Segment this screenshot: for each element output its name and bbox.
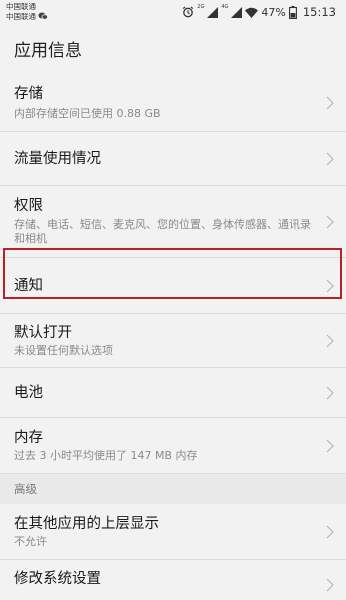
data-usage-item[interactable]: 流量使用情况 xyxy=(0,132,346,186)
memory-subtitle: 过去 3 小时平均使用了 147 MB 内存 xyxy=(14,448,198,462)
permissions-subtitle: 存储、电话、短信、麦克风、您的位置、身体传感器、通讯录和相机 xyxy=(14,218,311,245)
chevron-right-icon xyxy=(326,152,334,165)
data-usage-title: 流量使用情况 xyxy=(14,150,101,167)
default-open-item[interactable]: 默认打开 未设置任何默认选项 xyxy=(0,314,346,368)
chevron-right-icon xyxy=(326,525,334,538)
chevron-right-icon xyxy=(326,386,334,399)
chevron-right-icon xyxy=(326,334,334,347)
settings-list: 存储 内部存储空间已使用 0.88 GB 流量使用情况 权限 存储、电话、短信、… xyxy=(0,74,346,600)
wifi-icon xyxy=(245,7,259,18)
status-bar: 中国联通 中国联通 2G 4G 47% 15:13 xyxy=(0,0,346,26)
modify-system-settings-title: 修改系统设置 xyxy=(14,571,101,587)
battery-item[interactable]: 电池 xyxy=(0,368,346,418)
draw-over-apps-title: 在其他应用的上层显示 xyxy=(14,515,159,532)
carrier-1: 中国联通 xyxy=(6,2,36,11)
modify-system-settings-item[interactable]: 修改系统设置 xyxy=(0,560,346,600)
page-title: 应用信息 xyxy=(14,41,82,61)
storage-subtitle: 内部存储空间已使用 0.88 GB xyxy=(14,106,161,120)
chevron-right-icon xyxy=(326,439,334,452)
storage-item[interactable]: 存储 内部存储空间已使用 0.88 GB xyxy=(0,74,346,132)
permissions-item[interactable]: 权限 存储、电话、短信、麦克风、您的位置、身体传感器、通讯录和相机 xyxy=(0,186,346,258)
alarm-icon xyxy=(183,6,194,18)
chevron-right-icon xyxy=(326,96,334,109)
carrier-2: 中国联通 xyxy=(6,12,36,21)
status-icons: 2G 4G 47% 15:13 xyxy=(182,4,336,20)
default-open-title: 默认打开 xyxy=(14,324,72,341)
permissions-title: 权限 xyxy=(14,198,43,214)
network-type-2: 4G xyxy=(221,4,229,10)
notifications-item[interactable]: 通知 xyxy=(0,258,346,314)
signal-icon-2 xyxy=(231,6,243,18)
default-open-subtitle: 未设置任何默认选项 xyxy=(14,343,113,357)
wechat-icon xyxy=(38,12,49,20)
battery-title: 电池 xyxy=(14,384,43,401)
chevron-right-icon xyxy=(326,578,334,592)
draw-over-apps-item[interactable]: 在其他应用的上层显示 不允许 xyxy=(0,504,346,560)
carrier-info: 中国联通 中国联通 xyxy=(6,2,49,22)
battery-icon xyxy=(288,5,297,19)
battery-percent: 47% xyxy=(261,5,286,19)
chevron-right-icon xyxy=(326,279,334,292)
clock: 15:13 xyxy=(302,5,336,19)
memory-title: 内存 xyxy=(14,429,43,446)
app-bar: 应用信息 xyxy=(0,26,346,71)
notifications-title: 通知 xyxy=(14,277,43,294)
network-type-1: 2G xyxy=(197,4,205,10)
signal-icon-1 xyxy=(207,6,219,18)
draw-over-apps-subtitle: 不允许 xyxy=(14,534,47,548)
memory-item[interactable]: 内存 过去 3 小时平均使用了 147 MB 内存 xyxy=(0,418,346,474)
storage-title: 存储 xyxy=(14,85,43,102)
advanced-section-header: 高级 xyxy=(0,474,346,504)
chevron-right-icon xyxy=(326,215,334,228)
